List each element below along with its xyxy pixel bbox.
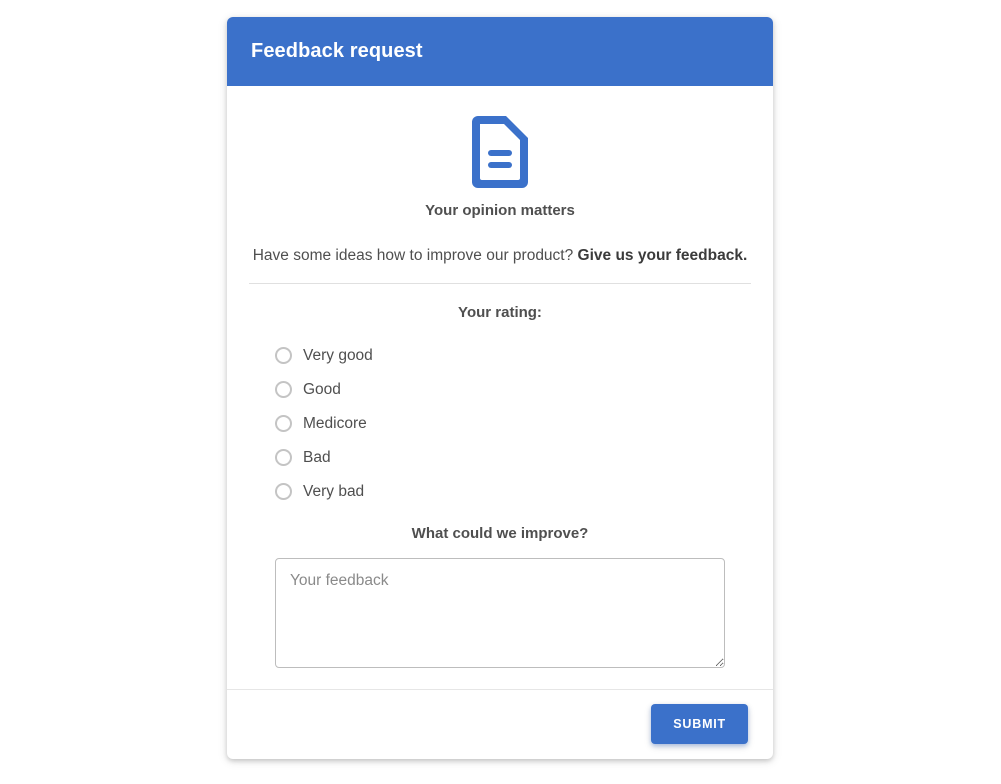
rating-radio-group: Very good Good Medicore Bad Very bad (249, 339, 751, 509)
radio-circle-icon[interactable] (275, 381, 292, 399)
radio-option-very-good[interactable]: Very good (275, 339, 751, 373)
document-icon-container (249, 116, 751, 188)
card-title: Feedback request (251, 40, 423, 62)
page-root: Feedback request Your opinion matters Ha… (0, 0, 1001, 784)
radio-option-label: Very good (303, 346, 373, 364)
radio-option-very-bad[interactable]: Very bad (275, 475, 751, 509)
feedback-textarea-container (249, 557, 751, 673)
feedback-request-card: Feedback request Your opinion matters Ha… (227, 17, 773, 759)
radio-option-bad[interactable]: Bad (275, 441, 751, 475)
feedback-textarea[interactable] (275, 557, 725, 668)
radio-option-label: Good (303, 380, 341, 398)
radio-option-label: Medicore (303, 414, 367, 432)
section-divider (249, 282, 751, 284)
radio-circle-icon[interactable] (275, 347, 292, 365)
radio-option-label: Very bad (303, 482, 365, 500)
radio-option-good[interactable]: Good (275, 373, 751, 407)
submit-button[interactable]: SUBMIT (651, 704, 748, 745)
card-body: Your opinion matters Have some ideas how… (227, 86, 773, 689)
document-icon (472, 116, 528, 188)
card-footer: SUBMIT (227, 688, 773, 759)
lead-emphasis: Give us your feedback. (577, 247, 748, 264)
radio-circle-icon[interactable] (275, 483, 292, 501)
radio-circle-icon[interactable] (275, 415, 292, 433)
radio-circle-icon[interactable] (275, 449, 292, 467)
card-header: Feedback request (227, 17, 773, 86)
radio-option-medicore[interactable]: Medicore (275, 407, 751, 441)
rating-heading: Your rating: (458, 303, 542, 321)
improve-heading: What could we improve? (411, 524, 589, 542)
lead-paragraph: Have some ideas how to improve our produ… (249, 245, 751, 267)
lead-text: Have some ideas how to improve our produ… (252, 247, 574, 264)
radio-option-label: Bad (303, 448, 331, 466)
opinion-matters-heading: Your opinion matters (425, 202, 575, 219)
